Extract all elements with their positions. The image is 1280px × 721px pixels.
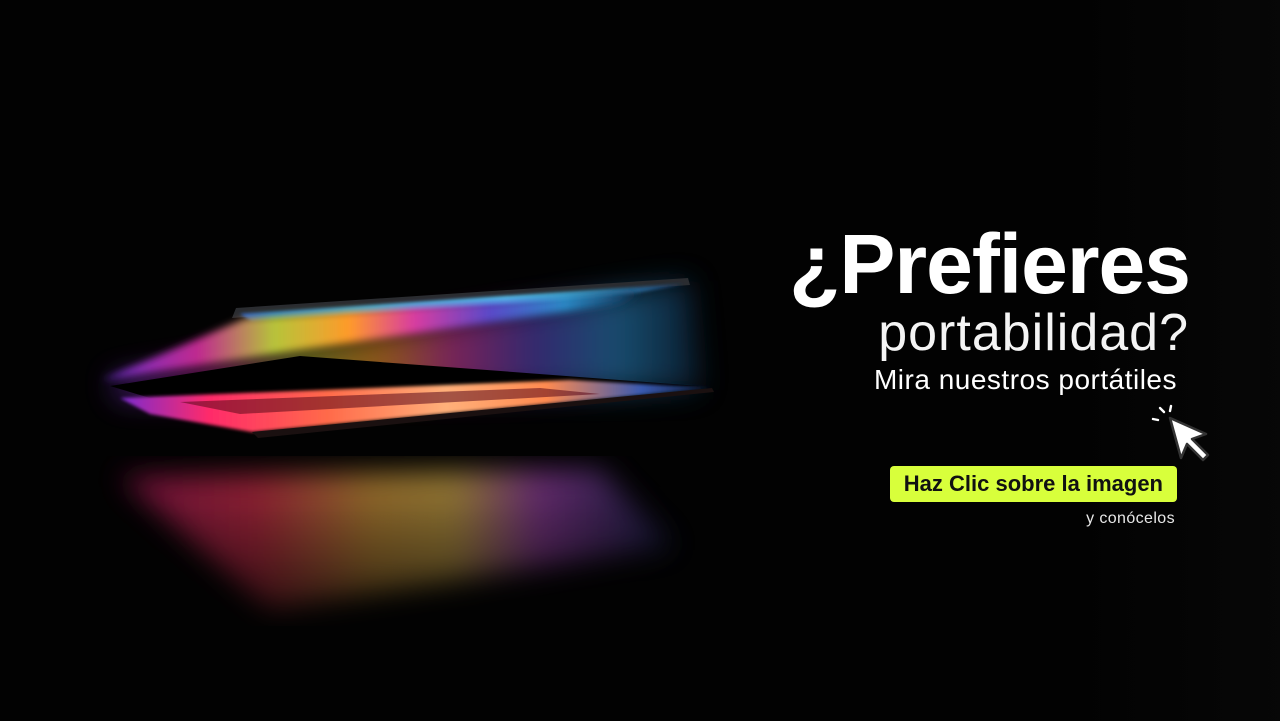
cta-subtext: y conócelos bbox=[1086, 510, 1175, 527]
hand-cursor-icon bbox=[1151, 404, 1210, 462]
subheadline: portabilidad? bbox=[878, 304, 1189, 362]
promo-banner[interactable]: ¿Prefieres portabilidad? Mira nuestros p… bbox=[0, 0, 1280, 721]
cta-button[interactable]: Haz Clic sobre la imagen bbox=[889, 466, 1177, 502]
headline: ¿Prefieres bbox=[789, 217, 1191, 311]
tagline: Mira nuestros portátiles bbox=[873, 364, 1177, 395]
